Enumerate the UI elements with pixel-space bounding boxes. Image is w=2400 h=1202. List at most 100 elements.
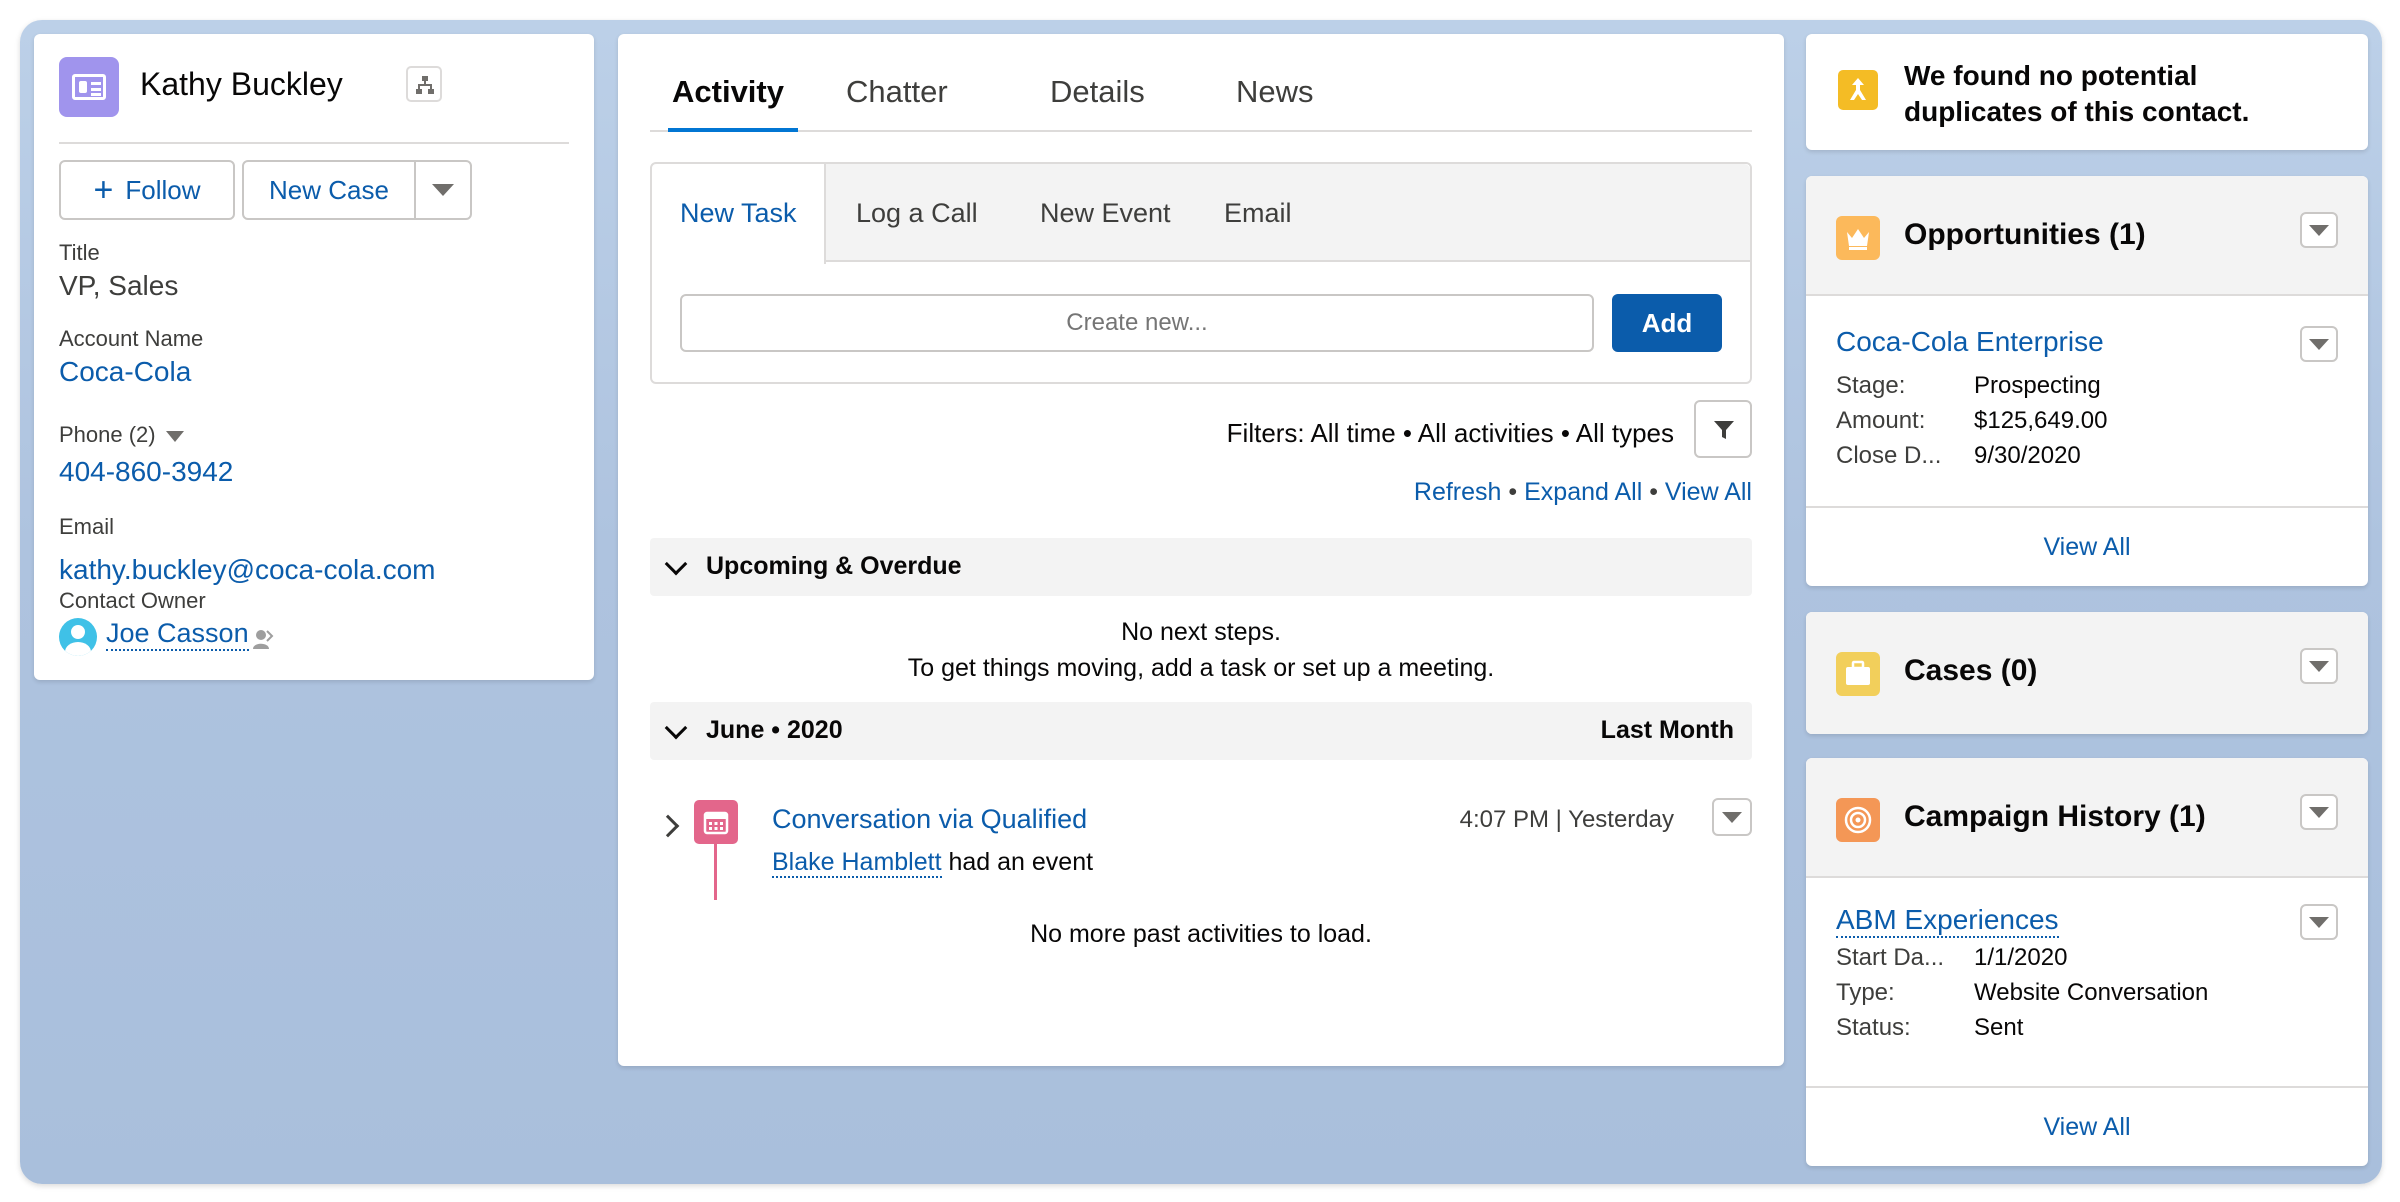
kv-label: Start Da...: [1836, 944, 1945, 971]
cases-title[interactable]: Cases (0): [1904, 654, 2037, 688]
duplicates-message: We found no potential duplicates of this…: [1904, 58, 2249, 130]
contact-highlights-card: Kathy Buckley + Follow New Case Title VP…: [34, 34, 594, 680]
opportunity-icon: [1836, 216, 1880, 260]
event-time: 4:07 PM | Yesterday: [1459, 806, 1674, 833]
email-link[interactable]: kathy.buckley@coca-cola.com: [59, 554, 436, 586]
follow-button[interactable]: + Follow: [59, 160, 235, 220]
campaign-record-link[interactable]: ABM Experiences: [1836, 904, 2059, 938]
account-label: Account Name: [59, 326, 204, 351]
timeline-line: [714, 844, 717, 900]
separator-dot: •: [1508, 478, 1525, 506]
upcoming-title: Upcoming & Overdue: [706, 552, 962, 580]
upcoming-section-header[interactable]: Upcoming & Overdue: [650, 538, 1752, 596]
kv-label: Amount:: [1836, 407, 1926, 434]
month-title: June • 2020: [706, 716, 843, 744]
owner-link[interactable]: Joe Casson: [106, 618, 249, 651]
merge-icon: [1838, 70, 1878, 110]
hierarchy-button[interactable]: [406, 66, 442, 102]
month-section-header[interactable]: June • 2020 Last Month: [650, 702, 1752, 760]
activity-composer: New Task Log a Call New Event Email Add: [650, 162, 1752, 384]
change-owner-icon[interactable]: [252, 628, 274, 650]
kv-value: 9/30/2020: [1974, 442, 2081, 469]
kv-label: Status:: [1836, 1014, 1911, 1041]
expand-all-link[interactable]: Expand All: [1524, 478, 1642, 506]
more-actions-button[interactable]: [414, 160, 472, 220]
account-link[interactable]: Coca-Cola: [59, 356, 191, 388]
kv-value: Website Conversation: [1974, 979, 2209, 1006]
tab-email[interactable]: Email: [1224, 198, 1292, 229]
event-person-link[interactable]: Blake Hamblett: [772, 848, 942, 878]
opportunity-record-menu[interactable]: [2300, 326, 2338, 362]
composer-tabs: New Task Log a Call New Event Email: [652, 164, 1750, 264]
chevron-down-icon: [1722, 812, 1742, 823]
event-icon: [694, 800, 738, 844]
divider: [59, 142, 569, 144]
tab-chatter[interactable]: Chatter: [846, 74, 948, 110]
add-button[interactable]: Add: [1612, 294, 1722, 352]
separator-dot: •: [1649, 478, 1665, 506]
kv-value: Prospecting: [1974, 372, 2101, 399]
campaigns-view-all[interactable]: View All: [1806, 1086, 2368, 1166]
campaign-title[interactable]: Campaign History (1): [1904, 800, 2206, 834]
tab-details[interactable]: Details: [1050, 74, 1145, 110]
tab-new-task[interactable]: New Task: [680, 198, 797, 229]
event-action: had an event: [948, 848, 1094, 876]
cases-card: Cases (0): [1806, 612, 2368, 734]
page-background: Kathy Buckley + Follow New Case Title VP…: [20, 20, 2382, 1184]
avatar: [59, 618, 97, 656]
hierarchy-icon: [416, 76, 434, 94]
cases-menu-button[interactable]: [2300, 648, 2338, 684]
email-label: Email: [59, 514, 115, 539]
kv-label: Stage:: [1836, 372, 1906, 399]
cases-header: Cases (0): [1806, 612, 2368, 734]
calendar-icon: [703, 811, 729, 835]
chevron-right-icon[interactable]: [656, 814, 680, 838]
event-title-link[interactable]: Conversation via Qualified: [772, 804, 1087, 835]
chevron-down-icon: [664, 716, 688, 740]
no-next-steps-hint: To get things moving, add a task or set …: [907, 654, 1495, 682]
duplicates-card: We found no potential duplicates of this…: [1806, 34, 2368, 150]
kv-label: Type:: [1836, 979, 1895, 1006]
opportunities-menu-button[interactable]: [2300, 212, 2338, 248]
phone-link[interactable]: 404-860-3942: [59, 456, 233, 488]
opportunities-card: Opportunities (1) Coca-Cola Enterprise S…: [1806, 176, 2368, 586]
tab-log-a-call[interactable]: Log a Call: [856, 198, 978, 229]
tab-activity[interactable]: Activity: [672, 74, 784, 110]
campaign-record-menu[interactable]: [2300, 904, 2338, 940]
phone-label: Phone (2): [59, 422, 184, 448]
filters-text: Filters: All time • All activities • All…: [1226, 418, 1674, 448]
event-description: Blake Hamblett had an event: [772, 848, 1094, 878]
no-next-steps: No next steps.: [1121, 618, 1281, 646]
no-more-activities: No more past activities to load.: [1030, 920, 1372, 948]
phone-label-text: Phone (2): [59, 422, 156, 447]
contact-name: Kathy Buckley: [140, 66, 343, 102]
activity-card: Activity Chatter Details News New Task L…: [618, 34, 1784, 1066]
filter-button[interactable]: [1694, 400, 1752, 458]
opportunities-view-all[interactable]: View All: [1806, 506, 2368, 586]
view-all-link[interactable]: View All: [1665, 478, 1752, 506]
campaign-history-card: Campaign History (1) ABM Experiences Sta…: [1806, 758, 2368, 1166]
contact-icon: [59, 57, 119, 117]
tab-news[interactable]: News: [1236, 74, 1314, 110]
active-tab-indicator: [668, 128, 798, 132]
phone-dropdown-icon[interactable]: [165, 430, 184, 442]
title-label: Title: [59, 240, 100, 265]
refresh-link[interactable]: Refresh: [1414, 478, 1502, 506]
tab-new-event[interactable]: New Event: [1040, 198, 1171, 229]
case-icon: [1836, 652, 1880, 696]
opportunity-record-link[interactable]: Coca-Cola Enterprise: [1836, 326, 2104, 358]
opportunities-header: Opportunities (1): [1806, 176, 2368, 296]
create-new-input[interactable]: [680, 294, 1594, 352]
chevron-down-icon: [2309, 339, 2329, 350]
chevron-down-icon: [2309, 917, 2329, 928]
chevron-down-icon: [2309, 661, 2329, 672]
plus-icon: +: [93, 171, 114, 209]
chevron-down-icon: [2309, 807, 2329, 818]
campaign-icon: [1836, 798, 1880, 842]
kv-value: 1/1/2020: [1974, 944, 2068, 971]
title-value: VP, Sales: [59, 270, 179, 301]
campaign-menu-button[interactable]: [2300, 794, 2338, 830]
opportunities-title[interactable]: Opportunities (1): [1904, 218, 2146, 252]
event-menu-button[interactable]: [1712, 798, 1752, 836]
new-case-button[interactable]: New Case: [242, 160, 416, 220]
